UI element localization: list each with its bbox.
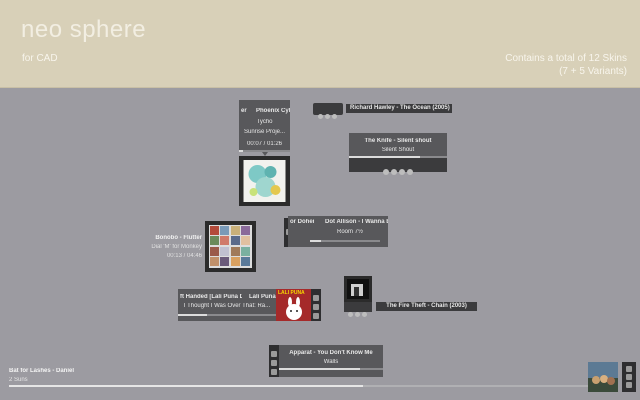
prev-icon[interactable] [318,114,323,119]
skins-count-text: Contains a total of 12 Skins [505,53,627,64]
skin-g-track: The Fire Theft - Chain (2003) [376,302,477,311]
skin-a-time: 00:07 / 01:26 [246,141,283,147]
skin-d-album: Dial 'M' for Monkey [151,244,202,250]
skin-b-track: Richard Hawley - The Ocean (2005) [346,104,452,113]
prev-icon[interactable] [271,351,277,357]
stop-icon[interactable] [407,169,413,175]
header-banner: neo sphere for CAD Contains a total of 1… [0,0,640,88]
play-icon[interactable] [391,169,397,175]
skin-f-artist: Lali Puna - [249,294,276,300]
rabbit-icon [286,297,302,320]
skin-e-progress-fill [310,240,321,242]
skin-f-album: I Thought I Was Over That: Ra... [183,303,271,309]
play-icon[interactable] [355,312,360,317]
skin-f-cover-text: LALI PUNA [278,290,305,296]
skin-a-album: Sunrise Proje... [243,129,286,135]
next-icon[interactable] [313,304,319,310]
skin-h-footer [279,370,383,377]
play-icon[interactable] [325,114,330,119]
skin-h-track: Apparat - You Don't Know Me [289,350,373,356]
skin-e-progress-track[interactable] [310,240,380,242]
skin-g-controls[interactable] [344,302,372,317]
prev-icon[interactable] [313,295,319,301]
page-subtitle: for CAD [22,53,58,64]
skin-a-album-cover [239,156,290,206]
skin-f-progress-fill [178,314,208,316]
skin-e-album: Room 7½ [336,229,363,235]
skin-i-album: 2 Suns [9,377,28,383]
skin-g-album-cover [344,276,372,302]
skin-a-artist: Tycho [256,119,273,125]
skin-i-track: Bat for Lashes - Daniel [9,368,75,374]
play-icon[interactable] [626,374,632,380]
skin-f-scroll: ft Handed [Lali Puna Dub] [180,294,242,300]
skin-i-side-controls[interactable] [622,362,636,392]
skin-a-track: Phoenix Cylo [256,108,290,114]
skin-e-panel[interactable]: or Doherty) Dot Allison - I Wanna Bre Ro… [288,216,388,247]
skin-d-cover-art [209,225,252,268]
skin-c-controls [349,158,447,175]
stop-icon[interactable] [313,313,319,319]
skin-b-controls[interactable] [313,103,343,119]
prev-icon[interactable] [383,169,389,175]
skin-c-track: The Knife - Silent shout [364,138,432,144]
skin-a-artist-scroll: er [241,108,247,114]
next-icon[interactable] [626,382,632,388]
skin-h-side-controls[interactable] [269,345,279,377]
prev-icon[interactable] [348,312,353,317]
skin-a-progress-fill [239,150,244,152]
skin-i-album-cover [588,362,618,392]
skin-h-panel[interactable]: Apparat - You Don't Know Me Walls [279,345,383,368]
next-icon[interactable] [399,169,405,175]
skin-e-track: Dot Allison - I Wanna Bre [325,219,388,225]
skin-d-time: 00:13 / 04:46 [166,253,202,259]
skin-i-progress-track[interactable] [9,385,590,387]
skin-h-album: Walls [323,359,339,365]
skin-a-cover-art [243,160,286,202]
skin-e-scroll: or Doherty) [290,219,314,225]
skin-i-progress-fill [9,385,364,387]
skin-f-side-controls[interactable] [311,289,321,321]
skin-f-panel[interactable]: ft Handed [Lali Puna Dub] Lali Puna - I … [178,289,276,321]
skin-d-track: Bonobo - Flutter [155,235,202,241]
skin-f-album-cover: LALI PUNA [276,289,311,321]
next-icon[interactable] [271,369,277,375]
next-icon[interactable] [332,114,337,119]
page-title: neo sphere [21,16,147,43]
skin-a-panel[interactable]: er Phoenix Cylo Tycho Sunrise Proje... 0… [239,100,290,150]
skin-c-album: Silent Shout [381,147,415,153]
variants-count-text: (7 + 5 Variants) [559,66,627,77]
prev-icon[interactable] [626,366,632,372]
skin-f-progress-track[interactable] [178,314,276,316]
skin-c-panel[interactable]: The Knife - Silent shout Silent Shout [349,133,447,156]
play-icon[interactable] [271,360,277,366]
skin-i-cover-art [588,362,618,392]
skin-d-album-cover [205,221,256,272]
skin-g-cover-art [347,279,369,299]
next-icon[interactable] [362,312,367,317]
